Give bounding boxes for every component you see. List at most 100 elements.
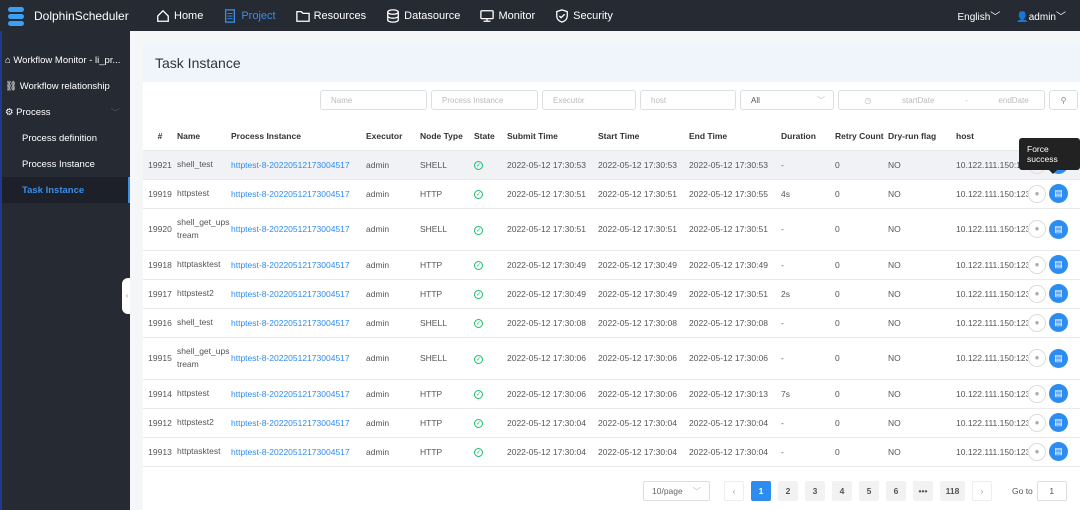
logo[interactable]: DolphinScheduler xyxy=(0,5,150,27)
view-log-button[interactable]: ▤ xyxy=(1049,348,1068,368)
view-log-button[interactable]: ▤ xyxy=(1049,284,1068,303)
state-select[interactable]: All ﹀ xyxy=(740,90,834,110)
force-success-button[interactable]: ● xyxy=(1028,349,1046,367)
sidebar-item-task-instance[interactable]: Task Instance xyxy=(2,177,130,203)
name-input[interactable]: Name xyxy=(320,90,427,110)
nav-home[interactable]: Home xyxy=(156,9,203,23)
cell-retry-count: 0 xyxy=(835,150,888,180)
row-actions: ●▤ xyxy=(1028,308,1080,338)
dolphin-logo-icon xyxy=(4,5,30,27)
column-header: Retry Count xyxy=(835,122,888,151)
nav-resources[interactable]: Resources xyxy=(295,9,366,23)
sidebar-item-process[interactable]: ⚙ Process ﹀ xyxy=(2,99,130,125)
force-success-button[interactable]: ● xyxy=(1028,184,1046,203)
view-log-button[interactable]: ▤ xyxy=(1049,184,1068,203)
nav-label: Home xyxy=(174,9,204,22)
row-actions: ●▤ xyxy=(1028,179,1080,209)
view-log-button[interactable]: ▤ xyxy=(1049,255,1068,274)
sidebar: ⌂ Workflow Monitor - li_pr... ⛓ Workflow… xyxy=(0,31,130,510)
view-log-button[interactable]: ▤ xyxy=(1049,442,1068,461)
force-success-button[interactable]: ● xyxy=(1028,413,1046,432)
cell-start-time: 2022-05-12 17:30:53 xyxy=(598,150,689,180)
nav-project[interactable]: Project xyxy=(223,8,276,23)
page-size-select[interactable]: 10/page ﹀ xyxy=(643,481,710,501)
cell-node-type: HTTP xyxy=(420,250,474,280)
cell-#: 19915 xyxy=(143,337,177,380)
force-success-button[interactable]: ● xyxy=(1028,313,1046,332)
view-log-button[interactable]: ▤ xyxy=(1049,313,1068,332)
force-success-button[interactable]: ● xyxy=(1028,284,1046,303)
executor-input[interactable]: Executor xyxy=(542,90,636,110)
cell-dry-run-flag: NO xyxy=(888,150,956,180)
process-instance-link[interactable]: httptest-8-20220512173004517 xyxy=(231,353,350,363)
goto-page-input[interactable]: 1 xyxy=(1036,481,1067,501)
process-instance-link[interactable]: httptest-8-20220512173004517 xyxy=(231,418,350,428)
next-page-button[interactable]: › xyxy=(972,481,992,501)
page-3[interactable]: 3 xyxy=(805,481,825,501)
nav-label: Monitor xyxy=(498,9,536,22)
start-date: startDate xyxy=(901,95,935,105)
cell-duration: - xyxy=(781,337,835,380)
cell-node-type: SHELL xyxy=(420,208,474,251)
cell-start-time: 2022-05-12 17:30:49 xyxy=(598,279,689,309)
cell-node-type: HTTP xyxy=(420,408,474,438)
view-log-button[interactable]: ▤ xyxy=(1049,384,1068,403)
force-success-button[interactable]: ● xyxy=(1028,220,1046,238)
view-log-button[interactable]: ▤ xyxy=(1049,413,1068,432)
sidebar-item-process-instance[interactable]: Process Instance xyxy=(2,151,130,177)
process-instance-link[interactable]: httptest-8-20220512173004517 xyxy=(231,447,350,457)
table-row: 19920 shell_get_upstream httptest-8-202205… xyxy=(143,208,1080,251)
column-header: Dry-run flag xyxy=(888,122,956,151)
process-instance-link[interactable]: httptest-8-20220512173004517 xyxy=(231,289,350,299)
cell-retry-count: 0 xyxy=(835,279,888,309)
page-•••[interactable]: ••• xyxy=(913,481,933,501)
sidebar-item-process-definition[interactable]: Process definition xyxy=(2,125,130,151)
cell-#: 19919 xyxy=(143,179,177,209)
user-dropdown[interactable]: 👤admin﹀ xyxy=(1016,8,1066,23)
process-instance-link[interactable]: httptest-8-20220512173004517 xyxy=(231,189,350,199)
home-icon: ⌂ xyxy=(5,54,14,66)
date-range-picker[interactable]: ◷ startDate - endDate xyxy=(838,90,1045,110)
column-header: End Time xyxy=(689,122,781,151)
force-success-button[interactable]: ● xyxy=(1028,442,1046,461)
process-instance-link[interactable]: httptest-8-20220512173004517 xyxy=(231,160,350,170)
folder-icon xyxy=(295,10,310,22)
nav-monitor[interactable]: Monitor xyxy=(480,9,535,23)
view-log-button[interactable]: ▤ xyxy=(1049,219,1068,239)
language-dropdown[interactable]: English﹀ xyxy=(957,8,1000,23)
page-118[interactable]: 118 xyxy=(940,481,965,501)
column-header: host xyxy=(956,122,1028,151)
process-instance-link[interactable]: httptest-8-20220512173004517 xyxy=(231,224,350,234)
page-5[interactable]: 5 xyxy=(859,481,879,501)
host-input[interactable]: host xyxy=(640,90,736,110)
cell-duration: 4s xyxy=(781,179,835,209)
cell-executor: admin xyxy=(366,279,420,309)
state-success-icon: ✓ xyxy=(474,437,507,467)
cell-duration: - xyxy=(781,408,835,438)
cell-retry-count: 0 xyxy=(835,208,888,251)
process-instance-input[interactable]: Process Instance xyxy=(431,90,538,110)
nav-datasource[interactable]: Datasource xyxy=(386,8,460,23)
search-button[interactable]: ⚲ xyxy=(1049,90,1078,110)
language-label: English xyxy=(957,12,991,23)
row-actions: ●▤ xyxy=(1028,408,1080,438)
prev-page-button[interactable]: ‹ xyxy=(724,481,744,501)
force-success-button[interactable]: ● xyxy=(1028,255,1046,274)
nav-security[interactable]: Security xyxy=(555,8,613,23)
process-instance-link: httptest-8-20220512173004517 xyxy=(231,179,366,209)
page-2[interactable]: 2 xyxy=(778,481,798,501)
cell-submit-time: 2022-05-12 17:30:04 xyxy=(507,437,598,467)
sidebar-item-workflow-monitor[interactable]: ⌂ Workflow Monitor - li_pr... xyxy=(2,47,130,73)
state-success-icon: ✓ xyxy=(474,150,507,180)
page-4[interactable]: 4 xyxy=(832,481,852,501)
cell-end-time: 2022-05-12 17:30:06 xyxy=(689,337,781,380)
pagination: 10/page ﹀ ‹ 1 2 3 4 5 6 ••• 118 › Go to 1 xyxy=(643,481,1074,501)
process-instance-link[interactable]: httptest-8-20220512173004517 xyxy=(231,318,350,328)
process-instance-link[interactable]: httptest-8-20220512173004517 xyxy=(231,389,350,399)
process-instance-link[interactable]: httptest-8-20220512173004517 xyxy=(231,260,350,270)
page-1[interactable]: 1 xyxy=(751,481,771,501)
page-6[interactable]: 6 xyxy=(886,481,906,501)
sidebar-item-workflow-relationship[interactable]: ⛓ Workflow relationship xyxy=(2,73,130,99)
force-success-button[interactable]: ● xyxy=(1028,384,1046,403)
cell-duration: - xyxy=(781,150,835,180)
